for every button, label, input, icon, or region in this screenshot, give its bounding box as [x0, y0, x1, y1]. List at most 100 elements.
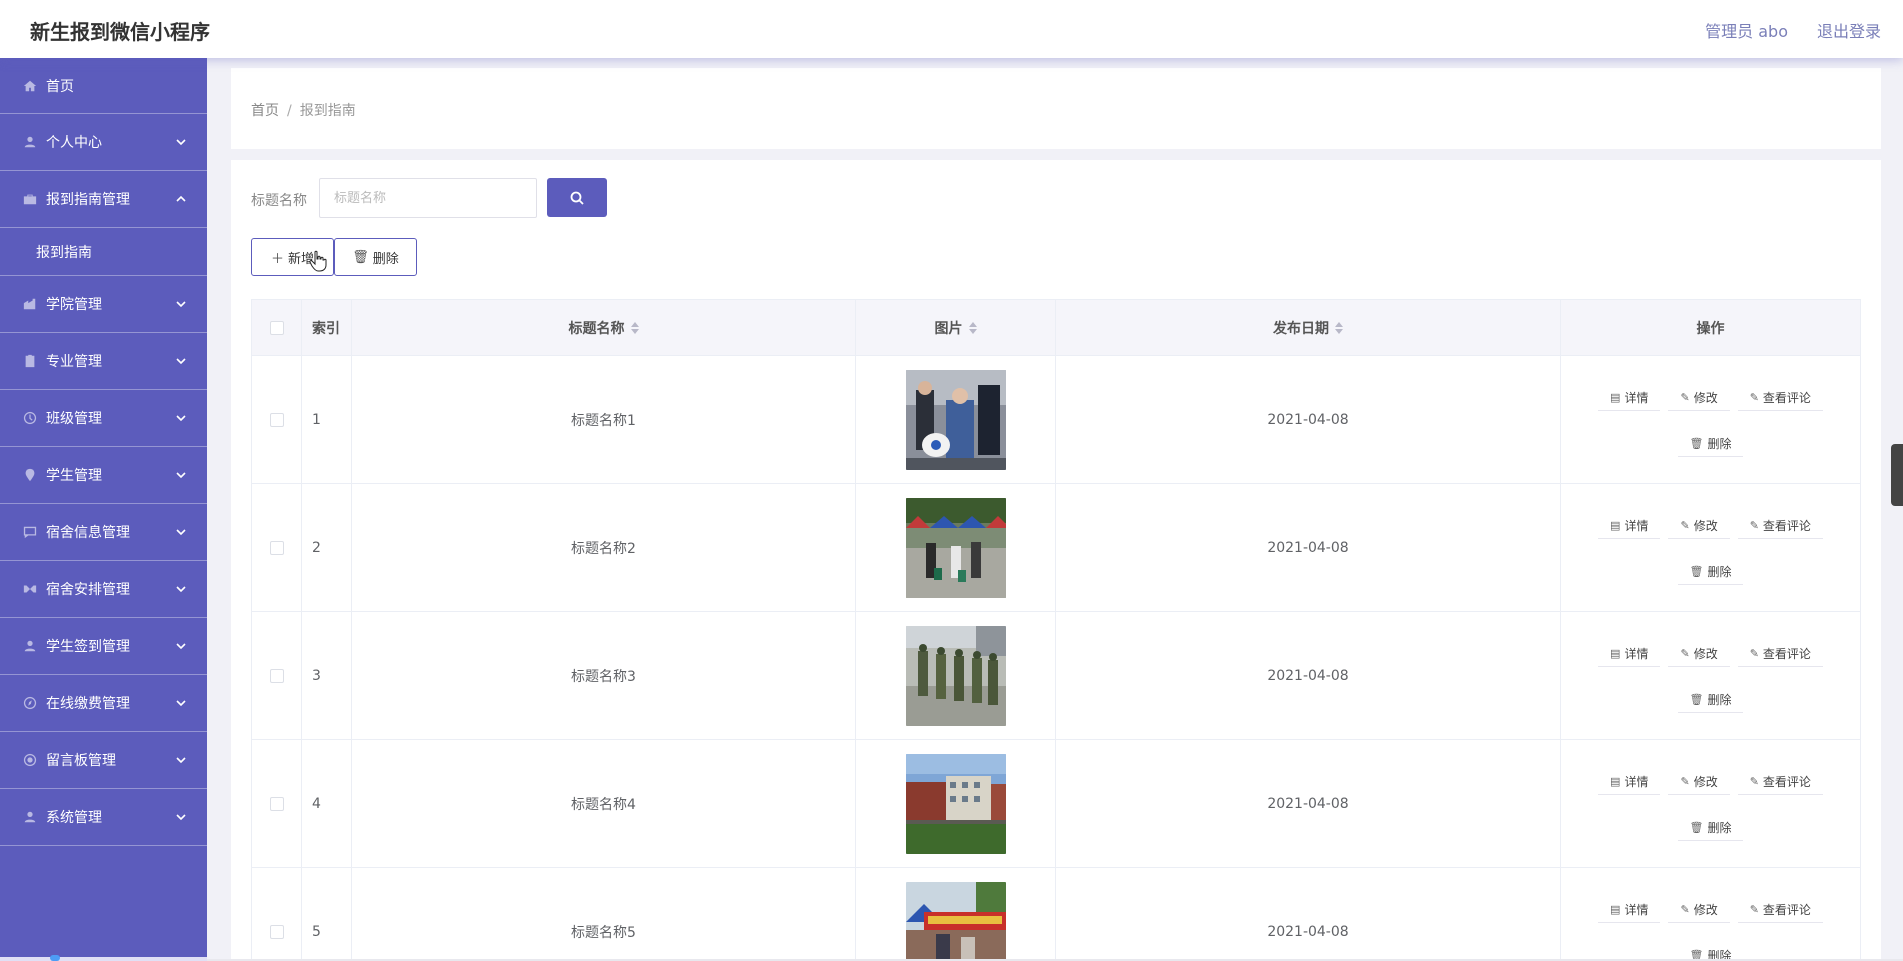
edit-label: 修改	[1693, 390, 1718, 405]
row-ops: ▤ 详情 ✎ 修改 ✎ 查看评论 🗑 删除	[1561, 740, 1860, 867]
clock-icon	[22, 410, 38, 426]
sidebar-item-message-board[interactable]: 留言板管理	[0, 732, 207, 789]
row-thumbnail[interactable]	[905, 753, 1006, 854]
target-icon	[22, 752, 38, 768]
edit-button[interactable]: ✎ 修改	[1668, 897, 1730, 923]
sidebar-item-label: 在线缴费管理	[46, 696, 130, 712]
batch-delete-button[interactable]: 🗑 删除	[334, 238, 417, 276]
header-date-label: 发布日期	[1273, 320, 1329, 337]
sidebar-item-guide-management[interactable]: 报到指南管理	[0, 171, 207, 228]
sidebar-item-label: 学生管理	[46, 468, 102, 484]
edit-label: 修改	[1693, 646, 1718, 661]
sidebar-item-checkin[interactable]: 学生签到管理	[0, 618, 207, 675]
chevron-down-icon	[175, 412, 187, 424]
app-title: 新生报到微信小程序	[30, 20, 210, 44]
row-checkbox[interactable]	[269, 668, 284, 683]
edit-button[interactable]: ✎ 修改	[1668, 385, 1730, 411]
row-checkbox[interactable]	[269, 540, 284, 555]
row-image-cell	[856, 356, 1056, 483]
edit-button[interactable]: ✎ 修改	[1668, 513, 1730, 539]
detail-button[interactable]: ▤ 详情	[1598, 385, 1661, 411]
sidebar-subitem-guide[interactable]: 报到指南	[0, 228, 207, 276]
row-thumbnail[interactable]	[905, 369, 1006, 470]
sidebar-item-payment[interactable]: 在线缴费管理	[0, 675, 207, 732]
row-ops: ▤ 详情 ✎ 修改 ✎ 查看评论 🗑 删除	[1561, 868, 1860, 961]
logout-link[interactable]: 退出登录	[1817, 18, 1881, 42]
sidebar-item-system[interactable]: 系统管理	[0, 789, 207, 846]
view-comments-label: 查看评论	[1762, 646, 1811, 661]
row-ops-group: ▤ 详情 ✎ 修改 ✎ 查看评论 🗑 删除	[1576, 895, 1846, 961]
user-icon	[22, 809, 38, 825]
view-comments-button[interactable]: ✎ 查看评论	[1737, 897, 1823, 923]
search-input[interactable]	[319, 178, 537, 218]
row-checkbox[interactable]	[269, 796, 284, 811]
bed-icon	[22, 581, 38, 597]
sidebar-item-personal-center[interactable]: 个人中心	[0, 114, 207, 171]
chevron-down-icon	[175, 136, 187, 148]
delete-button[interactable]: 🗑 删除	[1677, 559, 1744, 585]
sidebar-item-label: 留言板管理	[46, 753, 116, 769]
row-checkbox[interactable]	[269, 412, 284, 427]
table-row: 4 标题名称4 2021-04-08 ▤ 详情 ✎ 修改 ✎ 查看评论 🗑 删除	[252, 740, 1860, 868]
row-thumbnail[interactable]	[905, 497, 1006, 598]
row-thumbnail[interactable]	[905, 625, 1006, 726]
delete-button[interactable]: 🗑 删除	[1677, 815, 1744, 841]
sidebar-item-class[interactable]: 班级管理	[0, 390, 207, 447]
sidebar-scrollbar[interactable]	[0, 955, 207, 961]
sidebar-item-major[interactable]: 专业管理	[0, 333, 207, 390]
sidebar-item-student[interactable]: 学生管理	[0, 447, 207, 504]
view-comments-label: 查看评论	[1762, 390, 1811, 405]
chevron-down-icon	[175, 526, 187, 538]
breadcrumb-current: 报到指南	[299, 103, 356, 119]
detail-button[interactable]: ▤ 详情	[1598, 641, 1661, 667]
view-comments-label: 查看评论	[1762, 518, 1811, 533]
sidebar-item-dorm-info[interactable]: 宿舍信息管理	[0, 504, 207, 561]
header-title[interactable]: 标题名称	[352, 300, 856, 355]
pencil-icon: ✎	[1680, 390, 1690, 404]
row-checkbox-cell	[252, 868, 302, 961]
view-comments-button[interactable]: ✎ 查看评论	[1737, 641, 1823, 667]
delete-label: 删除	[1707, 564, 1732, 579]
sidebar-item-home[interactable]: 首页	[0, 58, 207, 114]
sort-icon[interactable]	[630, 321, 639, 334]
header-date[interactable]: 发布日期	[1056, 300, 1561, 355]
row-image-cell	[856, 612, 1056, 739]
side-drawer-handle[interactable]	[1891, 444, 1903, 506]
edit-button[interactable]: ✎ 修改	[1668, 641, 1730, 667]
home-icon	[22, 78, 38, 94]
detail-button[interactable]: ▤ 详情	[1598, 769, 1661, 795]
clipboard-icon	[22, 353, 38, 369]
row-ops: ▤ 详情 ✎ 修改 ✎ 查看评论 🗑 删除	[1561, 484, 1860, 611]
sidebar-item-college[interactable]: 学院管理	[0, 276, 207, 333]
search-icon	[570, 191, 584, 205]
breadcrumb-separator: /	[287, 103, 292, 119]
detail-button[interactable]: ▤ 详情	[1598, 513, 1661, 539]
select-all-checkbox[interactable]	[269, 320, 284, 335]
delete-label: 删除	[1707, 436, 1732, 451]
view-comments-button[interactable]: ✎ 查看评论	[1737, 385, 1823, 411]
delete-button[interactable]: 🗑 删除	[1677, 687, 1744, 713]
edit-button[interactable]: ✎ 修改	[1668, 769, 1730, 795]
row-checkbox-cell	[252, 484, 302, 611]
chevron-down-icon	[175, 754, 187, 766]
sidebar-item-label: 专业管理	[46, 354, 102, 370]
detail-button[interactable]: ▤ 详情	[1598, 897, 1661, 923]
batch-delete-label: 删除	[372, 251, 399, 267]
view-comments-button[interactable]: ✎ 查看评论	[1737, 513, 1823, 539]
sort-icon[interactable]	[968, 321, 977, 334]
user-icon	[22, 638, 38, 654]
search-label: 标题名称	[251, 193, 307, 209]
sidebar-item-dorm-arrange[interactable]: 宿舍安排管理	[0, 561, 207, 618]
header-image[interactable]: 图片	[856, 300, 1056, 355]
row-thumbnail[interactable]	[905, 881, 1006, 961]
sort-icon[interactable]	[1335, 321, 1343, 334]
trash-icon: 🗑	[1689, 692, 1704, 706]
view-comments-button[interactable]: ✎ 查看评论	[1737, 769, 1823, 795]
row-checkbox[interactable]	[269, 924, 284, 939]
document-icon: ▤	[1610, 390, 1621, 404]
scrollbar-thumb[interactable]	[50, 955, 60, 961]
row-date: 2021-04-08	[1056, 740, 1561, 867]
delete-button[interactable]: 🗑 删除	[1677, 431, 1744, 457]
search-button[interactable]	[547, 178, 607, 217]
breadcrumb-home[interactable]: 首页	[251, 103, 279, 119]
